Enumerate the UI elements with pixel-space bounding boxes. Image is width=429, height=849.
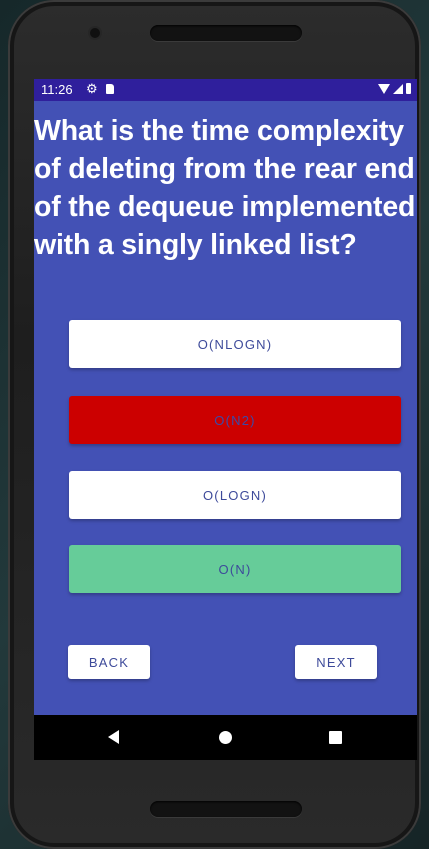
signal-icon (393, 83, 403, 94)
status-bar: 11:26 ⚙ (34, 79, 417, 101)
next-button[interactable]: NEXT (295, 645, 377, 679)
home-circle-icon[interactable] (219, 731, 232, 744)
question-text: What is the time complexity of deleting … (34, 115, 416, 261)
option-button-3[interactable]: O(LOGN) (69, 471, 401, 519)
back-triangle-icon[interactable] (108, 730, 119, 744)
status-icons (378, 83, 411, 94)
app-screen: 11:26 ⚙ What is the time complexity of d… (34, 79, 417, 760)
recents-square-icon[interactable] (329, 731, 342, 744)
system-navigation-bar (34, 715, 417, 760)
option-button-1[interactable]: O(NLOGN) (69, 320, 401, 368)
status-time: 11:26 (41, 82, 73, 97)
gear-icon: ⚙ (86, 81, 98, 96)
phone-frame: 11:26 ⚙ What is the time complexity of d… (8, 0, 421, 849)
top-speaker (150, 25, 302, 41)
battery-icon (406, 83, 411, 94)
sd-card-icon (106, 84, 114, 94)
front-camera (90, 28, 100, 38)
back-button[interactable]: BACK (68, 645, 150, 679)
option-button-2[interactable]: O(N2) (69, 396, 401, 444)
option-button-4[interactable]: O(N) (69, 545, 401, 593)
wifi-icon (378, 83, 390, 94)
bottom-speaker (150, 801, 302, 817)
